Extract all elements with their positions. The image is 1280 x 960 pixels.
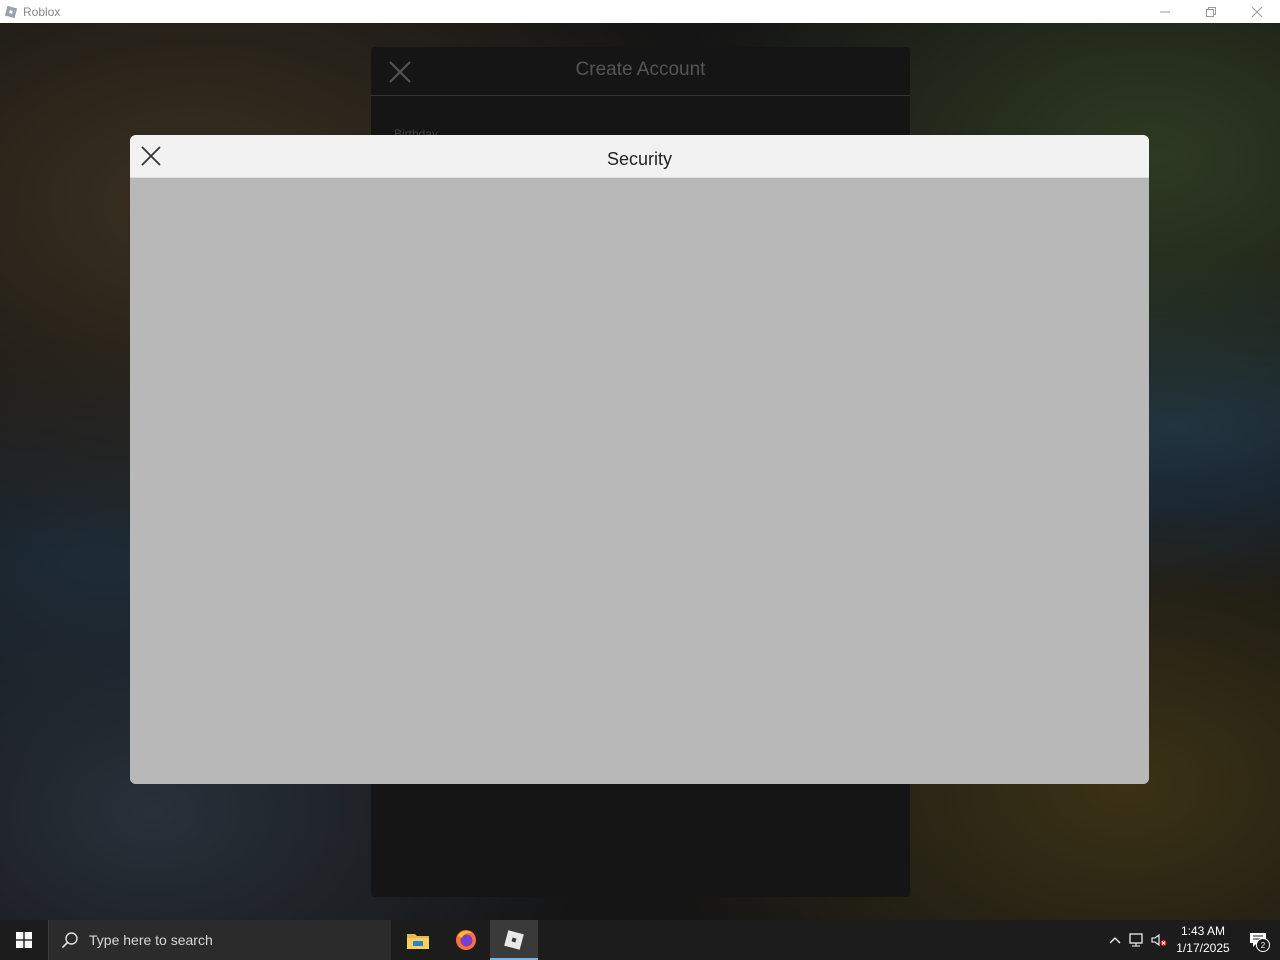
restore-icon [1206,6,1216,17]
chevron-up-icon [1109,937,1121,944]
roblox-icon [504,930,524,950]
clock-date: 1/17/2025 [1176,941,1230,955]
taskbar-roblox[interactable] [490,920,538,960]
security-modal-title: Security [606,149,673,169]
search-placeholder: Type here to search [89,932,213,948]
security-modal: Security [130,135,1149,784]
roblox-app-icon [4,5,18,18]
network-icon [1129,933,1143,947]
minimize-icon [1160,11,1170,12]
create-account-header: Create Account [371,47,910,96]
action-center-button[interactable]: 2 [1236,920,1280,960]
close-window-button[interactable] [1234,0,1280,23]
security-modal-header: Security [130,135,1149,178]
taskbar-firefox[interactable] [442,920,490,960]
show-hidden-icons-button[interactable] [1104,920,1126,960]
windows-icon [16,932,32,948]
close-icon [1252,6,1262,17]
window-controls [1142,0,1280,23]
clock-time: 1:43 AM [1180,924,1226,938]
system-tray: 1:43 AM 1/17/2025 2 [1104,920,1280,960]
notification-count: 2 [1256,938,1270,952]
search-icon [61,932,78,949]
firefox-icon [456,930,476,950]
taskbar: Type here to search 1:43 AM 1/17/2025 2 [0,920,1280,960]
taskbar-file-explorer[interactable] [394,920,442,960]
window-title: Roblox [23,4,61,19]
network-button[interactable] [1126,920,1148,960]
create-account-title: Create Account [575,59,706,80]
window-titlebar: Roblox [0,0,1280,23]
taskbar-search[interactable]: Type here to search [48,920,391,960]
minimize-button[interactable] [1142,0,1188,23]
file-explorer-icon [407,934,429,949]
start-button[interactable] [0,920,48,960]
security-modal-body [130,178,1149,784]
volume-muted-icon [1151,933,1167,947]
volume-button[interactable] [1148,920,1170,960]
restore-button[interactable] [1188,0,1234,23]
taskbar-clock[interactable]: 1:43 AM 1/17/2025 [1170,923,1236,957]
